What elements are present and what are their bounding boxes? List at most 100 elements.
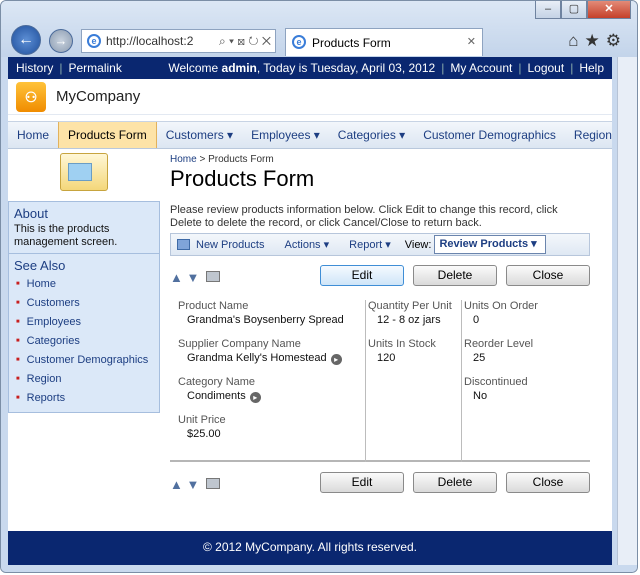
next-record-icon[interactable]: ▼ xyxy=(187,270,200,285)
about-box: About This is the products management sc… xyxy=(8,201,160,254)
company-logo-icon: ⚇ xyxy=(16,81,46,112)
close-button-bottom[interactable]: Close xyxy=(506,472,590,493)
next-record-icon[interactable]: ▼ xyxy=(187,477,200,492)
edit-button-bottom[interactable]: Edit xyxy=(320,472,404,493)
see-also-customer-demographics[interactable]: Customer Demographics xyxy=(16,351,154,370)
field-column-1: Product Name Grandma's Boysenberry Spread… xyxy=(178,300,366,462)
field-label: Category Name xyxy=(178,376,256,388)
breadcrumb: Home > Products Form xyxy=(170,154,590,165)
address-bar[interactable]: e http://localhost:2 ⌕ ▾ ⊠ ↻ ✕ xyxy=(81,29,276,53)
field-units-on-order: Units On Order 0 xyxy=(464,300,590,338)
menu-item-categories[interactable]: Categories ▾ xyxy=(329,122,414,148)
field-value: Grandma Kelly's Homestead xyxy=(187,352,327,364)
address-text: http://localhost:2 xyxy=(106,34,194,48)
field-units-in-stock: Units In Stock 120 xyxy=(368,338,461,376)
tab-title: Products Form xyxy=(312,36,391,50)
minimize-button[interactable]: – xyxy=(535,1,561,19)
forward-arrow-icon: → xyxy=(54,33,68,48)
previous-record-icon[interactable]: ▲ xyxy=(170,477,183,492)
permalink-link[interactable]: Permalink xyxy=(68,61,121,75)
page-footer: © 2012 MyCompany. All rights reserved. xyxy=(8,531,612,565)
favorites-star-icon[interactable]: ★ xyxy=(585,31,606,50)
field-unit-price: Unit Price $25.00 xyxy=(178,414,365,452)
browser-tab[interactable]: e Products Form ✕ xyxy=(285,28,483,56)
field-value-wrap: Grandma Kelly's Homestead ▸ xyxy=(178,352,365,365)
address-icons[interactable]: ⌕ ▾ ⊠ ↻ ✕ xyxy=(219,34,271,49)
see-also-box: See Also Home Customers Employees Catego… xyxy=(8,254,160,413)
page-scrollbar[interactable] xyxy=(617,57,637,565)
go-arrow-icon[interactable]: ▸ xyxy=(249,392,261,403)
field-supplier: Supplier Company Name Grandma Kelly's Hom… xyxy=(178,338,365,376)
menu-item-products-form[interactable]: Products Form xyxy=(58,122,157,148)
see-also-reports[interactable]: Reports xyxy=(16,389,154,408)
previous-record-icon[interactable]: ▲ xyxy=(170,270,183,285)
see-also-categories[interactable]: Categories xyxy=(16,332,154,351)
window-controls: – ▢ ✕ xyxy=(535,1,631,19)
maximize-button[interactable]: ▢ xyxy=(561,1,587,19)
action-bar: New Products Actions ▾ Report ▾ View: Re… xyxy=(170,233,590,256)
menu-item-home[interactable]: Home xyxy=(8,122,58,148)
close-button[interactable]: Close xyxy=(506,265,590,286)
field-value: 120 xyxy=(377,352,396,364)
back-arrow-icon: ← xyxy=(18,31,34,48)
report-menu[interactable]: Report ▾ xyxy=(349,238,391,251)
field-value: 0 xyxy=(473,314,480,326)
close-window-button[interactable]: ✕ xyxy=(587,1,631,19)
see-also-customers[interactable]: Customers xyxy=(16,294,154,313)
see-also-list: Home Customers Employees Categories Cust… xyxy=(14,275,154,408)
home-icon[interactable]: ⌂ xyxy=(568,31,584,50)
menu-item-employees[interactable]: Employees ▾ xyxy=(242,122,329,148)
my-account-link[interactable]: My Account xyxy=(450,61,512,75)
browser-tools: ⌂★⚙ xyxy=(568,31,627,51)
delete-button-bottom[interactable]: Delete xyxy=(413,472,497,493)
status-bar xyxy=(1,565,637,572)
record-navigation: ▲ ▼ xyxy=(170,270,220,285)
view-selector[interactable]: Review Products ▾ xyxy=(434,235,546,254)
delete-button[interactable]: Delete xyxy=(413,265,497,286)
field-category: Category Name Condiments ▸ xyxy=(178,376,365,414)
record-fields: Product Name Grandma's Boysenberry Spread… xyxy=(170,300,590,462)
print-icon[interactable] xyxy=(206,271,220,282)
go-arrow-icon[interactable]: ▸ xyxy=(330,354,342,365)
menu-item-customer-demographics[interactable]: Customer Demographics xyxy=(414,122,565,148)
about-title: About xyxy=(14,206,48,221)
field-label: Units On Order xyxy=(464,300,538,312)
ie-page-icon: e xyxy=(87,34,101,48)
about-text: This is the products management screen. xyxy=(14,223,118,248)
edit-button[interactable]: Edit xyxy=(320,265,404,286)
separator: | xyxy=(441,61,445,75)
gear-icon[interactable]: ⚙ xyxy=(606,31,627,50)
see-also-title: See Also xyxy=(14,258,66,273)
logout-link[interactable]: Logout xyxy=(527,61,564,75)
print-icon[interactable] xyxy=(206,478,220,489)
field-label: Discontinued xyxy=(464,376,528,388)
new-products-button[interactable]: New Products xyxy=(196,239,264,251)
see-also-region[interactable]: Region xyxy=(16,370,154,389)
web-page: History | Permalink Welcome admin, Today… xyxy=(8,57,612,565)
bottom-button-row: ▲ ▼ Edit Delete Close xyxy=(170,472,590,498)
field-label: Quantity Per Unit xyxy=(368,300,452,312)
field-value: $25.00 xyxy=(187,428,221,440)
breadcrumb-current: Products Form xyxy=(208,154,274,165)
new-record-icon xyxy=(177,239,190,250)
browser-window: – ▢ ✕ ← → e http://localhost:2 ⌕ ▾ ⊠ ↻ ✕… xyxy=(0,0,638,573)
breadcrumb-home[interactable]: Home xyxy=(170,154,197,165)
help-link[interactable]: Help xyxy=(579,61,604,75)
menu-item-customers[interactable]: Customers ▾ xyxy=(157,122,242,148)
top-bar: History | Permalink Welcome admin, Today… xyxy=(8,57,612,79)
actions-menu[interactable]: Actions ▾ xyxy=(284,238,329,251)
history-link[interactable]: History xyxy=(16,61,53,75)
top-button-row: ▲ ▼ Edit Delete Close xyxy=(170,265,590,291)
browser-chrome: – ▢ ✕ ← → e http://localhost:2 ⌕ ▾ ⊠ ↻ ✕… xyxy=(1,1,637,57)
forward-button[interactable]: → xyxy=(49,29,73,53)
welcome-date: , Today is Tuesday, April 03, 2012 xyxy=(256,61,436,75)
field-discontinued: Discontinued No xyxy=(464,376,590,414)
field-quantity-per-unit: Quantity Per Unit 12 - 8 oz jars xyxy=(368,300,461,338)
see-also-home[interactable]: Home xyxy=(16,275,154,294)
field-value: Grandma's Boysenberry Spread xyxy=(187,314,344,326)
menu-item-region[interactable]: Region xyxy=(565,122,612,148)
see-also-employees[interactable]: Employees xyxy=(16,313,154,332)
user-name: admin xyxy=(221,61,257,75)
back-button[interactable]: ← xyxy=(11,25,41,55)
tab-close-icon[interactable]: ✕ xyxy=(467,35,476,48)
